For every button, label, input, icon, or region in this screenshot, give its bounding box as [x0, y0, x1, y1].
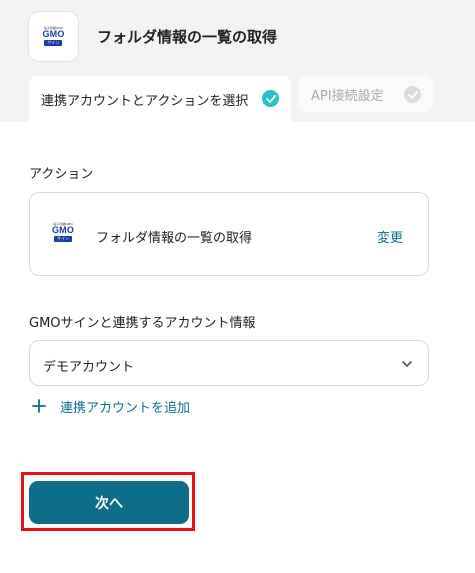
logo-product: サイン [54, 236, 72, 242]
page-title: フォルダ情報の一覧の取得 [97, 28, 278, 46]
check-circle-icon [262, 90, 279, 107]
tab-label: API接続設定 [311, 88, 384, 104]
check-circle-icon [404, 86, 421, 103]
add-account-label: 連携アカウントを追加 [60, 400, 191, 416]
app-icon: 電子印鑑GMO GMO サイン [29, 12, 78, 61]
account-select-value: デモアカウント [43, 360, 135, 375]
add-account-link[interactable]: 連携アカウントを追加 [29, 396, 190, 416]
action-section-label: アクション [29, 167, 94, 182]
header-bar: 電子印鑑GMO GMO サイン フォルダ情報の一覧の取得 連携アカウントとアクシ… [0, 0, 475, 122]
gmo-sign-logo: 電子印鑑GMO GMO サイン [42, 27, 64, 46]
tab-select-account-action[interactable]: 連携アカウントとアクションを選択 [29, 76, 291, 122]
logo-product: サイン [44, 40, 63, 46]
logo-brand: GMO [42, 29, 65, 39]
tab-api-settings[interactable]: API接続設定 [299, 76, 433, 112]
tab-label: 連携アカウントとアクションを選択 [41, 93, 249, 109]
logo-brand: GMO [51, 225, 75, 235]
chevron-down-icon [402, 361, 412, 367]
plus-icon [32, 399, 46, 413]
change-action-link[interactable]: 変更 [377, 227, 403, 246]
account-select[interactable]: デモアカウント [29, 340, 429, 386]
gmo-sign-logo: 電子印鑑GMO GMO サイン [48, 223, 78, 245]
action-name: フォルダ情報の一覧の取得 [96, 231, 253, 246]
action-card: 電子印鑑GMO GMO サイン フォルダ情報の一覧の取得 変更 [29, 192, 429, 276]
account-section-label: GMOサインと連携するアカウント情報 [29, 316, 256, 331]
next-button[interactable]: 次へ [29, 481, 189, 524]
